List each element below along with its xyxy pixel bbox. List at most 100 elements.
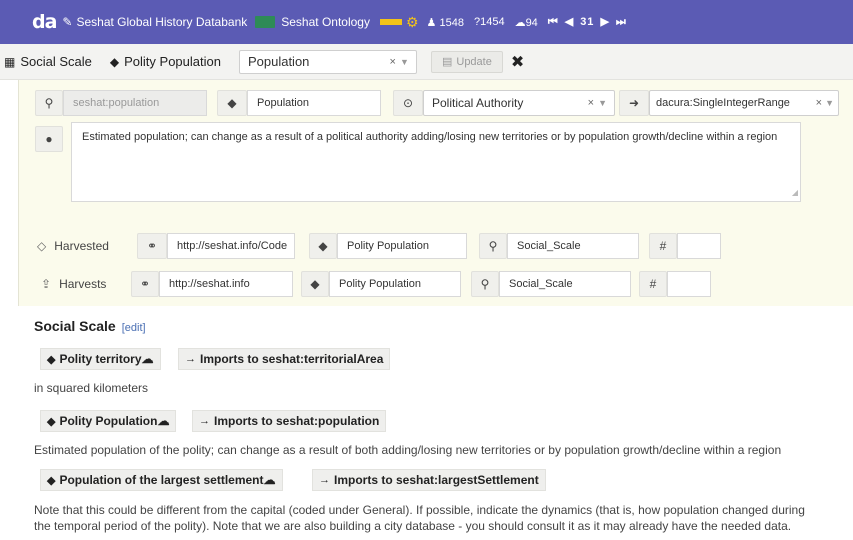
range-select-value: dacura:SingleIntegerRange xyxy=(656,97,790,109)
key-icon: ⚲ xyxy=(35,90,63,116)
top-navbar: da ✎ Seshat Global History Databank Sesh… xyxy=(0,0,853,44)
tag-icon: ◆ xyxy=(47,353,56,366)
polity-population-label: Polity Population xyxy=(124,54,221,69)
cloud-count-value: 94 xyxy=(525,16,538,29)
questions-count[interactable]: ?1454 xyxy=(474,16,505,28)
social-scale-label: Social Scale xyxy=(20,54,92,69)
edit-link[interactable]: [edit] xyxy=(122,322,146,334)
arrow-right-icon: → xyxy=(199,415,210,427)
harvests-row-label: ⇪ Harvests xyxy=(41,271,106,297)
domain-icon: ⊙ xyxy=(393,90,423,116)
ontology-label: Seshat Ontology xyxy=(281,15,370,29)
last-page-icon[interactable]: ⏭ xyxy=(616,16,627,28)
first-page-icon[interactable]: ⏮ xyxy=(548,16,559,28)
arrow-right-icon: ➜ xyxy=(619,90,649,116)
polity-population-link[interactable]: ◆ Polity Population xyxy=(110,54,221,69)
people-icon: ♟ xyxy=(426,16,437,29)
arrow-right-icon: → xyxy=(319,474,330,486)
link-icon: ⚭ xyxy=(137,233,167,259)
harvests-name-field[interactable]: Polity Population xyxy=(329,271,461,297)
variable-tag-settlement[interactable]: ◆ Population of the largest settlement ☁ xyxy=(40,469,283,491)
cloud-icon: ☁ xyxy=(141,352,154,366)
social-scale-link[interactable]: ▦ Social Scale xyxy=(4,54,92,69)
variable-tag-population[interactable]: ◆ Polity Population ☁ xyxy=(40,410,177,432)
diamond-icon: ◇ xyxy=(37,239,47,253)
tag-icon: ◆ xyxy=(217,90,247,116)
imports-tag-settlement[interactable]: → Imports to seshat:largestSettlement xyxy=(312,469,546,491)
imports-tag-territory[interactable]: → Imports to seshat:territorialArea xyxy=(178,348,391,370)
variable-tag-territory[interactable]: ◆ Polity territory ☁ xyxy=(40,348,161,370)
hash-chip: # xyxy=(639,271,667,297)
harvests-number-field[interactable] xyxy=(667,271,711,297)
harvests-label: Harvests xyxy=(59,277,107,291)
variable-note: Note that this could be different from t… xyxy=(34,503,805,517)
harvests-scale-field[interactable]: Social_Scale xyxy=(499,271,631,297)
harvested-url-field[interactable]: http://seshat.info/Code xyxy=(167,233,295,259)
harvested-number-field[interactable] xyxy=(677,233,721,259)
cloud-icon: ☁ xyxy=(157,414,170,428)
variable-name: Population of the largest settlement xyxy=(59,473,264,487)
label-field[interactable]: Population xyxy=(247,90,381,116)
ontology-bar-icon xyxy=(379,19,402,25)
harvested-label: Harvested xyxy=(54,239,109,253)
harvested-row-label: ◇ Harvested xyxy=(37,233,109,259)
book-icon: ✎ xyxy=(62,15,73,29)
scale-toolbar: ▦ Social Scale ◆ Polity Population Popul… xyxy=(0,44,853,80)
domain-select-value: Political Authority xyxy=(432,96,524,110)
domain-select[interactable]: Political Authority × ▼ xyxy=(423,90,615,116)
imports-tag-population[interactable]: → Imports to seshat:population xyxy=(192,410,387,432)
section-title: Social Scale [edit] xyxy=(34,318,146,334)
population-select[interactable]: Population × ▼ xyxy=(238,49,417,74)
key-icon: ⚲ xyxy=(471,271,499,297)
flag-icon xyxy=(255,16,276,28)
tag-icon: ◆ xyxy=(109,54,120,69)
harvests-url-field[interactable]: http://seshat.info xyxy=(159,271,293,297)
upload-icon: ⇪ xyxy=(41,277,52,291)
next-page-icon[interactable]: ▶ xyxy=(600,16,609,28)
update-button[interactable]: ▤ Update xyxy=(430,50,503,73)
page-number[interactable]: 31 xyxy=(580,16,594,28)
chevron-down-icon[interactable]: ▼ xyxy=(400,57,409,67)
pager: ⏮ ◀ 31 ▶ ⏭ xyxy=(548,15,633,29)
resize-handle-icon[interactable]: ◢ xyxy=(792,185,798,200)
harvested-name-field[interactable]: Polity Population xyxy=(337,233,467,259)
tag-icon: ◆ xyxy=(47,474,56,487)
clear-icon[interactable]: × xyxy=(588,97,594,109)
people-count[interactable]: ♟ 1548 xyxy=(427,16,464,29)
harvested-scale-field[interactable]: Social_Scale xyxy=(507,233,639,259)
prev-page-icon[interactable]: ◀ xyxy=(565,16,574,28)
dacura-logo[interactable]: da xyxy=(32,11,57,33)
variable-note-continued: the temporal period of the polity). Note… xyxy=(34,519,792,533)
imports-text: Imports to seshat:largestSettlement xyxy=(334,473,539,487)
update-label: Update xyxy=(456,55,492,68)
imports-text: Imports to seshat:population xyxy=(214,414,380,428)
comment-textarea[interactable]: Estimated population; can change as a re… xyxy=(71,122,801,202)
tag-icon: ◆ xyxy=(301,271,329,297)
clear-icon[interactable]: × xyxy=(816,97,822,109)
variable-name: Polity Population xyxy=(59,414,158,428)
arrow-right-icon: → xyxy=(185,353,196,365)
comment-text: Estimated population; can change as a re… xyxy=(82,131,778,143)
people-count-value: 1548 xyxy=(439,16,464,29)
key-icon: ⚲ xyxy=(479,233,507,259)
range-select[interactable]: dacura:SingleIntegerRange × ▼ xyxy=(649,90,839,116)
cloud-count[interactable]: ☁94 xyxy=(515,16,538,29)
comment-icon: ● xyxy=(35,126,63,152)
chevron-down-icon[interactable]: ▼ xyxy=(825,98,834,108)
databank-label: Seshat Global History Databank xyxy=(76,15,248,29)
variable-note: Estimated population of the polity; can … xyxy=(34,443,782,457)
close-icon[interactable]: ✖ xyxy=(511,52,524,71)
chevron-down-icon[interactable]: ▼ xyxy=(598,98,607,108)
id-field: seshat:population xyxy=(63,90,207,116)
tractor-icon[interactable]: ⚙ xyxy=(406,14,419,31)
databank-link[interactable]: ✎ Seshat Global History Databank xyxy=(62,15,247,29)
cloud-icon: ☁ xyxy=(263,473,276,487)
cloud-icon: ☁ xyxy=(514,16,526,29)
variable-note: in squared kilometers xyxy=(34,381,149,395)
imports-text: Imports to seshat:territorialArea xyxy=(200,352,384,366)
grid-icon: ▦ xyxy=(4,54,16,69)
population-select-value: Population xyxy=(247,54,310,69)
ontology-link[interactable]: Seshat Ontology xyxy=(281,15,370,29)
clear-icon[interactable]: × xyxy=(390,56,396,68)
link-icon: ⚭ xyxy=(131,271,159,297)
